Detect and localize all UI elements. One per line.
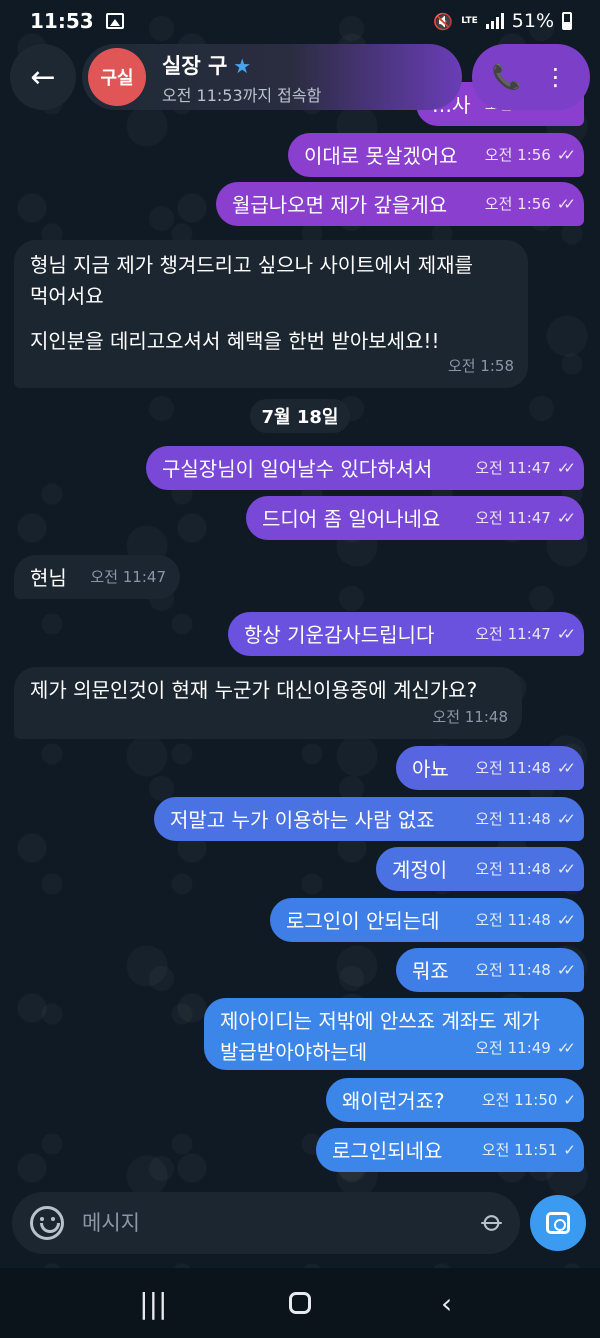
- message-time: 오전 11:48 ✓✓: [475, 961, 576, 979]
- message-bubble[interactable]: 아뇨 오전 11:48 ✓✓: [396, 746, 584, 790]
- header-actions: 📞 ⋮: [472, 44, 590, 110]
- message-text: 아뇨: [412, 757, 449, 781]
- message-text-line2: 먹어서요: [30, 284, 104, 308]
- message-bubble-incoming[interactable]: 형님 지금 제가 챙겨드리고 싶으나 사이트에서 제재를 먹어서요 지인분을 데…: [14, 240, 528, 388]
- home-button[interactable]: [270, 1292, 330, 1314]
- message-text: 형님 지금 제가 챙겨드리고 싶으나 사이트에서 제재를: [30, 253, 473, 277]
- status-time: 11:53: [30, 9, 94, 33]
- last-seen-status: 오전 11:53까지 접속함: [162, 86, 322, 105]
- emoji-icon[interactable]: [30, 1206, 64, 1240]
- message-time: 오전 11:47 ✓✓: [475, 625, 576, 643]
- message-time: 오전 11:47: [90, 568, 166, 586]
- message-bubble[interactable]: 뭐죠 오전 11:48 ✓✓: [396, 948, 584, 992]
- message-bubble[interactable]: 드디어 좀 일어나네요 오전 11:47 ✓✓: [246, 496, 584, 540]
- message-bubble-incoming[interactable]: 제가 의문인것이 현재 누군가 대신이용중에 계신가요? 오전 11:48: [14, 667, 522, 739]
- date-separator: 7월 18일: [250, 399, 350, 433]
- double-check-icon: ✓✓: [556, 860, 576, 878]
- message-time: 오전 11:51 ✓: [481, 1141, 576, 1159]
- gallery-notification-icon: [105, 13, 124, 29]
- back-arrow-icon: ←: [30, 59, 56, 95]
- message-bubble[interactable]: 이대로 못살겠어요 오전 1:56 ✓✓: [288, 133, 584, 177]
- mute-icon: 🔇: [433, 11, 454, 31]
- message-text: 왜이런거죠?: [342, 1089, 445, 1113]
- paperclip-icon[interactable]: ⌀: [474, 1203, 512, 1241]
- back-button[interactable]: ←: [10, 44, 76, 110]
- recents-button[interactable]: |||: [123, 1287, 183, 1320]
- network-type: LTE: [461, 15, 478, 26]
- avatar: 구실: [88, 48, 146, 106]
- message-text: 이대로 못살겠어요: [304, 144, 458, 168]
- message-text: 뭐죠: [412, 959, 449, 983]
- message-bubble[interactable]: 저말고 누가 이용하는 사람 없죠 오전 11:48 ✓✓: [154, 797, 584, 841]
- system-nav-bar: ||| ‹: [0, 1268, 600, 1338]
- chat-header: ← 구실 실장 구 ★ 오전 11:53까지 접속함 📞 ⋮: [10, 44, 590, 112]
- message-time: 오전 11:48: [432, 708, 508, 726]
- message-bubble[interactable]: 로그인되네요 오전 11:51 ✓: [316, 1128, 584, 1172]
- message-text: 월급나오면 제가 갚을게요: [232, 193, 448, 217]
- nav-back-button[interactable]: ‹: [417, 1287, 477, 1320]
- phone-icon[interactable]: 📞: [487, 63, 527, 91]
- message-time: 오전 11:48 ✓✓: [475, 759, 576, 777]
- camera-icon: [546, 1212, 570, 1234]
- message-list: …사 오전 1:56✓✓ 이대로 못살겠어요 오전 1:56✓✓ 월급나오면 제…: [0, 0, 600, 1338]
- more-vertical-icon[interactable]: ⋮: [536, 63, 576, 91]
- battery-percent: 51%: [511, 10, 554, 32]
- message-time: 오전 11:47 ✓✓: [475, 459, 576, 477]
- double-check-icon: ✓✓: [556, 961, 576, 979]
- single-check-icon: ✓: [563, 1091, 575, 1109]
- message-text: 로그인되네요: [332, 1139, 443, 1163]
- message-composer: ⌀: [12, 1192, 520, 1254]
- double-check-icon: ✓✓: [556, 195, 576, 213]
- message-bubble[interactable]: 계정이 오전 11:48 ✓✓: [376, 847, 584, 891]
- message-bubble[interactable]: 로그인이 안되는데 오전 11:48 ✓✓: [270, 898, 584, 942]
- message-bubble[interactable]: 월급나오면 제가 갚을게요 오전 1:56 ✓✓: [216, 182, 584, 226]
- message-input[interactable]: [82, 1202, 462, 1244]
- single-check-icon: ✓: [563, 1141, 575, 1159]
- double-check-icon: ✓✓: [556, 810, 576, 828]
- message-text: 항상 기운감사드립니다: [244, 623, 435, 647]
- signal-icon: [485, 13, 504, 29]
- contact-info[interactable]: 구실 실장 구 ★ 오전 11:53까지 접속함: [82, 44, 462, 110]
- double-check-icon: ✓✓: [556, 1039, 576, 1057]
- message-bubble[interactable]: 항상 기운감사드립니다 오전 11:47 ✓✓: [228, 612, 584, 656]
- star-icon: ★: [233, 54, 252, 78]
- home-icon: [288, 1292, 311, 1314]
- message-text: 구실장님이 일어날수 있다하셔서: [162, 457, 433, 481]
- message-time: 오전 11:48 ✓✓: [475, 860, 576, 878]
- message-text-line3: 지인분을 데리고오셔서 혜택을 한번 받아보세요!!: [30, 329, 440, 353]
- message-bubble[interactable]: 왜이런거죠? 오전 11:50 ✓: [326, 1078, 584, 1122]
- message-text: 계정이: [392, 858, 448, 882]
- status-bar: 11:53 🔇 LTE 51%: [0, 0, 600, 42]
- message-bubble[interactable]: 제아이디는 저밖에 안쓰죠 계좌도 제가 발급받아야하는데 오전 11:49 ✓✓: [204, 998, 584, 1070]
- contact-name-text: 실장 구: [162, 54, 228, 78]
- status-indicators: 🔇 LTE 51%: [433, 10, 572, 32]
- battery-icon: [562, 12, 572, 30]
- contact-name: 실장 구 ★: [162, 50, 251, 80]
- message-time: 오전 11:50 ✓: [481, 1091, 576, 1109]
- double-check-icon: ✓✓: [556, 146, 576, 164]
- double-check-icon: ✓✓: [556, 911, 576, 929]
- message-time: 오전 1:56✓✓: [484, 195, 576, 213]
- message-bubble[interactable]: 구실장님이 일어날수 있다하셔서 오전 11:47 ✓✓: [146, 446, 584, 490]
- double-check-icon: ✓✓: [556, 759, 576, 777]
- message-text: 현님: [30, 566, 67, 590]
- message-text: 로그인이 안되는데: [286, 909, 440, 933]
- message-time: 오전 11:47 ✓✓: [475, 509, 576, 527]
- message-text: 저말고 누가 이용하는 사람 없죠: [170, 808, 435, 832]
- message-time: 오전 11:48 ✓✓: [475, 911, 576, 929]
- message-time: 오전 11:49 ✓✓: [475, 1039, 576, 1057]
- double-check-icon: ✓✓: [556, 625, 576, 643]
- double-check-icon: ✓✓: [556, 459, 576, 477]
- message-text: 드디어 좀 일어나네요: [262, 507, 441, 531]
- message-time: 오전 1:56✓✓: [484, 146, 576, 164]
- camera-button[interactable]: [530, 1195, 586, 1251]
- double-check-icon: ✓✓: [556, 509, 576, 527]
- message-time: 오전 11:48 ✓✓: [475, 810, 576, 828]
- message-bubble-incoming[interactable]: 현님 오전 11:47: [14, 555, 180, 599]
- message-time: 오전 1:58: [447, 357, 514, 375]
